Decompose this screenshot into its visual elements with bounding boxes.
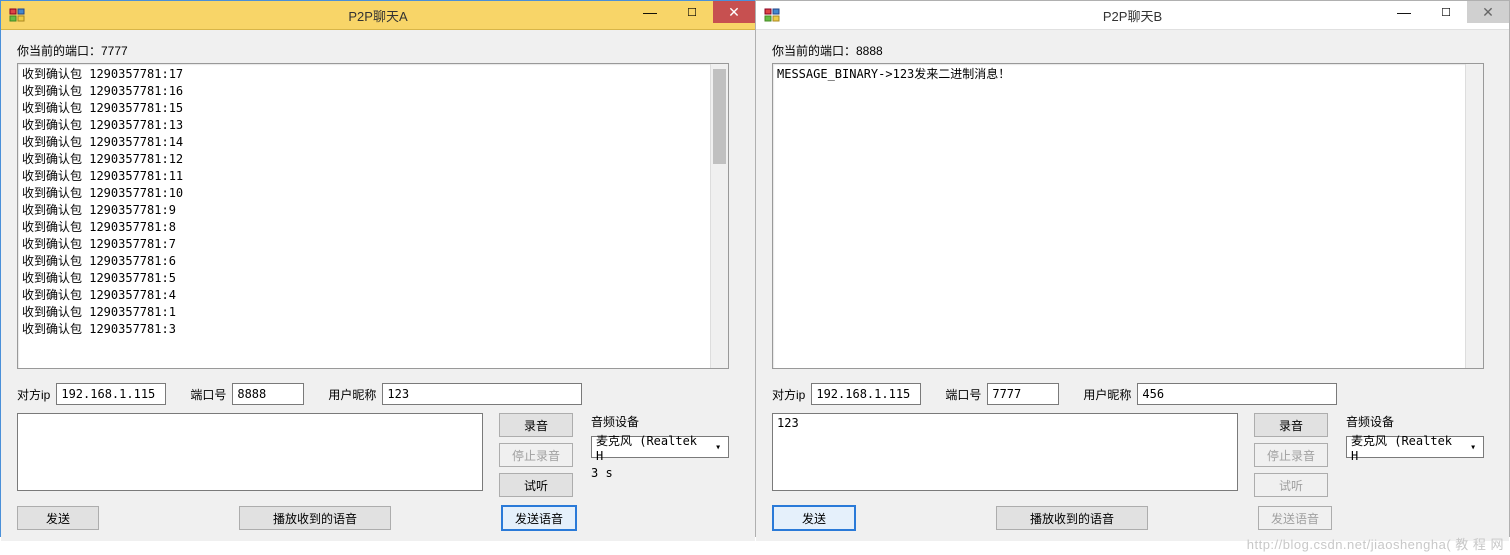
chevron-down-icon: ▾ <box>1465 442 1481 453</box>
audio-device-column: 音频设备麦克风 (Realtek H▾ 3 s <box>591 413 729 497</box>
window-a: P2P聊天A—☐✕ 你当前的端口：7777 收到确认包 1290357781:17 … <box>0 0 756 537</box>
message-input[interactable] <box>17 413 483 491</box>
send-button[interactable]: 发送 <box>17 506 99 530</box>
chevron-down-icon: ▾ <box>710 442 726 453</box>
record-button[interactable]: 录音 <box>499 413 573 437</box>
stop-record-button: 停止录音 <box>1254 443 1328 467</box>
peer-ip-input[interactable] <box>56 383 166 405</box>
audio-button-column: 录音停止录音试听 <box>499 413 573 497</box>
titlebar[interactable]: P2P聊天A—☐✕ <box>1 1 755 30</box>
audio-device-value: 麦克风 (Realtek H <box>1351 432 1465 463</box>
audio-device-value: 麦克风 (Realtek H <box>596 432 710 463</box>
local-port-label: 你当前的端口：8888 <box>772 42 1493 59</box>
peer-ip-label: 对方ip <box>772 386 805 403</box>
nickname-input[interactable] <box>1137 383 1337 405</box>
nickname-label: 用户昵称 <box>1083 386 1131 403</box>
audio-device-combo[interactable]: 麦克风 (Realtek H▾ <box>591 436 729 458</box>
log-box[interactable]: 收到确认包 1290357781:17 收到确认包 1290357781:16 … <box>17 63 729 369</box>
message-input[interactable]: 123 <box>772 413 1238 491</box>
scrollbar[interactable] <box>1465 64 1483 368</box>
message-area: 录音停止录音试听 音频设备麦克风 (Realtek H▾ 3 s <box>17 413 739 497</box>
connection-row: 对方ip 端口号 用户昵称 <box>772 383 1493 405</box>
port-label: 端口号 <box>190 386 226 403</box>
port-input[interactable] <box>232 383 304 405</box>
audio-device-combo[interactable]: 麦克风 (Realtek H▾ <box>1346 436 1484 458</box>
duration-text: 3 s <box>591 466 729 480</box>
minimize-button[interactable]: — <box>629 1 671 23</box>
window-controls: —☐✕ <box>1383 1 1509 23</box>
stop-record-button: 停止录音 <box>499 443 573 467</box>
client-area: 你当前的端口：8888 MESSAGE_BINARY->123发来二进制消息！ 对方… <box>756 30 1509 541</box>
audio-device-column: 音频设备麦克风 (Realtek H▾ <box>1346 413 1484 497</box>
window-b: P2P聊天B—☐✕ 你当前的端口：8888 MESSAGE_BINARY->123发… <box>755 0 1510 537</box>
close-button[interactable]: ✕ <box>713 1 755 23</box>
audio-device-label: 音频设备 <box>591 413 723 430</box>
send-voice-button: 发送语音 <box>1258 506 1332 530</box>
play-received-button[interactable]: 播放收到的语音 <box>996 506 1148 530</box>
maximize-button[interactable]: ☐ <box>1425 1 1467 23</box>
record-button[interactable]: 录音 <box>1254 413 1328 437</box>
message-area: 123录音停止录音试听音频设备麦克风 (Realtek H▾ <box>772 413 1493 497</box>
local-port-label: 你当前的端口：7777 <box>17 42 739 59</box>
audio-device-label: 音频设备 <box>1346 413 1478 430</box>
log-box[interactable]: MESSAGE_BINARY->123发来二进制消息！ <box>772 63 1484 369</box>
connection-row: 对方ip 端口号 用户昵称 <box>17 383 739 405</box>
port-label: 端口号 <box>945 386 981 403</box>
scrollbar[interactable] <box>710 64 728 368</box>
close-button[interactable]: ✕ <box>1467 1 1509 23</box>
port-input[interactable] <box>987 383 1059 405</box>
peer-ip-input[interactable] <box>811 383 921 405</box>
maximize-button[interactable]: ☐ <box>671 1 713 23</box>
nickname-label: 用户昵称 <box>328 386 376 403</box>
bottom-row: 发送 播放收到的语音 发送语音 <box>17 505 739 531</box>
send-button[interactable]: 发送 <box>772 505 856 531</box>
watermark-text: http://blog.csdn.net/jiaoshengha( 教 程 网 <box>1247 534 1504 553</box>
titlebar[interactable]: P2P聊天B—☐✕ <box>756 1 1509 30</box>
client-area: 你当前的端口：7777 收到确认包 1290357781:17 收到确认包 129… <box>1 30 755 541</box>
preview-button: 试听 <box>1254 473 1328 497</box>
preview-button[interactable]: 试听 <box>499 473 573 497</box>
minimize-button[interactable]: — <box>1383 1 1425 23</box>
bottom-row: 发送 播放收到的语音 发送语音 <box>772 505 1493 531</box>
nickname-input[interactable] <box>382 383 582 405</box>
send-voice-button[interactable]: 发送语音 <box>501 505 577 531</box>
window-controls: —☐✕ <box>629 1 755 23</box>
audio-button-column: 录音停止录音试听 <box>1254 413 1328 497</box>
play-received-button[interactable]: 播放收到的语音 <box>239 506 391 530</box>
peer-ip-label: 对方ip <box>17 386 50 403</box>
